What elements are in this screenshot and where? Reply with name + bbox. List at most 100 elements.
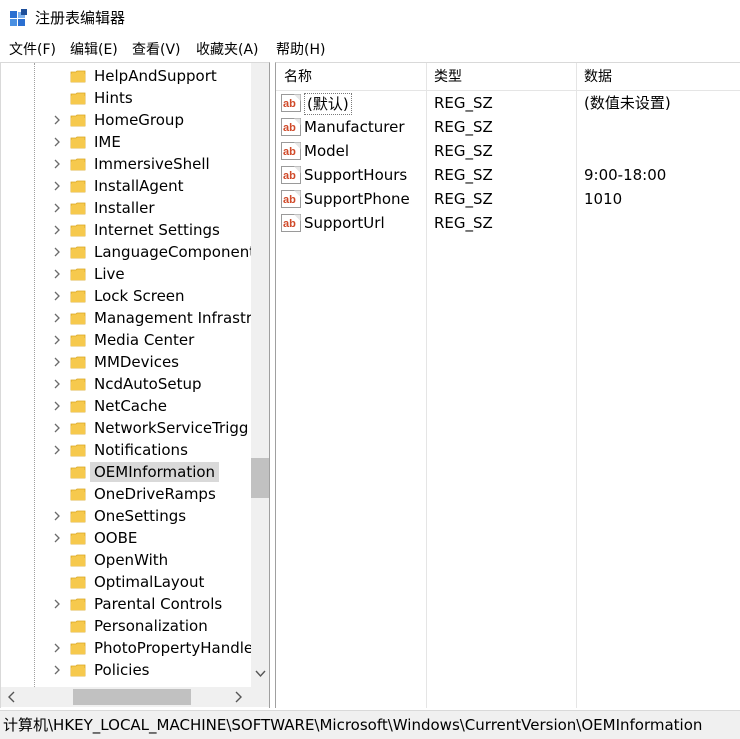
value-row[interactable]: ab (默认) REG_SZ (数值未设置) (276, 91, 740, 115)
tree-item[interactable]: InstallAgent (1, 175, 251, 197)
tree-item[interactable]: Notifications (1, 439, 251, 461)
tree-item-label: Management Infrastru (94, 309, 251, 327)
chevron-right-icon[interactable] (50, 641, 64, 655)
chevron-left-icon[interactable] (5, 690, 19, 704)
tree-item[interactable]: Management Infrastru (1, 307, 251, 329)
value-row[interactable]: ab Model REG_SZ (276, 139, 740, 163)
value-row[interactable]: ab SupportUrl REG_SZ (276, 211, 740, 235)
folder-icon (70, 290, 86, 303)
folder-icon (70, 158, 86, 171)
folder-icon (70, 422, 86, 435)
tree-item[interactable]: HomeGroup (1, 109, 251, 131)
tree-item[interactable]: MMDevices (1, 351, 251, 373)
chevron-right-icon[interactable] (50, 597, 64, 611)
tree-item-label: OEMInformation (90, 462, 220, 482)
tree-item[interactable]: Installer (1, 197, 251, 219)
tree-item[interactable]: Live (1, 263, 251, 285)
tree-item-label: InstallAgent (94, 177, 184, 195)
value-row[interactable]: ab Manufacturer REG_SZ (276, 115, 740, 139)
reg-string-ab-icon: ab (281, 94, 301, 112)
tree-item[interactable]: Personalization (1, 615, 251, 637)
menu-favorites[interactable]: 收藏夹(A) (195, 40, 260, 60)
tree-vertical-scrollbar[interactable] (251, 63, 269, 687)
chevron-right-icon[interactable] (50, 333, 64, 347)
scrollbar-corner (251, 687, 269, 707)
chevron-right-icon[interactable] (50, 355, 64, 369)
tree-item[interactable]: OEMInformation (1, 461, 251, 483)
tree-item-label: NcdAutoSetup (94, 375, 202, 393)
chevron-right-icon[interactable] (50, 289, 64, 303)
chevron-right-icon[interactable] (50, 157, 64, 171)
value-data: 9:00-18:00 (584, 166, 667, 184)
folder-icon (70, 312, 86, 325)
tree-item-label: LanguageComponent (94, 243, 251, 261)
chevron-right-icon[interactable] (231, 690, 245, 704)
chevron-right-icon[interactable] (50, 201, 64, 215)
tree-item-label: PhotoPropertyHandle (94, 639, 251, 657)
tree-item[interactable]: NetworkServiceTrigg (1, 417, 251, 439)
tree-item[interactable]: OneSettings (1, 505, 251, 527)
tree-item-label: OptimalLayout (94, 573, 205, 591)
tree-item[interactable]: OptimalLayout (1, 571, 251, 593)
tree-item[interactable]: OOBE (1, 527, 251, 549)
tree-item[interactable]: NcdAutoSetup (1, 373, 251, 395)
tree-item[interactable]: ImmersiveShell (1, 153, 251, 175)
tree-item[interactable]: PhotoPropertyHandle (1, 637, 251, 659)
menu-view[interactable]: 查看(V) (131, 40, 182, 60)
chevron-right-icon[interactable] (50, 531, 64, 545)
tree-item-label: NetworkServiceTrigg (94, 419, 249, 437)
chevron-down-icon[interactable] (254, 667, 267, 681)
tree-horizontal-scroll-thumb[interactable] (73, 689, 191, 705)
chevron-right-icon[interactable] (50, 267, 64, 281)
tree-horizontal-scrollbar[interactable] (1, 687, 251, 707)
chevron-right-icon[interactable] (50, 663, 64, 677)
tree-item-label: OneSettings (94, 507, 187, 525)
menu-file[interactable]: 文件(F) (8, 40, 57, 60)
chevron-right-icon[interactable] (50, 223, 64, 237)
value-data: (数值未设置) (584, 94, 671, 112)
tree-item[interactable]: Media Center (1, 329, 251, 351)
tree-item-label: OneDriveRamps (94, 485, 216, 503)
folder-icon (70, 444, 86, 457)
chevron-right-icon[interactable] (50, 179, 64, 193)
chevron-right-icon[interactable] (50, 135, 64, 149)
chevron-right-icon[interactable] (50, 245, 64, 259)
menu-edit[interactable]: 编辑(E) (69, 40, 119, 60)
tree-item[interactable]: HelpAndSupport (1, 65, 251, 87)
tree-item[interactable]: OpenWith (1, 549, 251, 571)
chevron-right-icon[interactable] (50, 311, 64, 325)
folder-icon (70, 576, 86, 589)
tree-item-label: HelpAndSupport (94, 67, 217, 85)
tree-item[interactable]: OneDriveRamps (1, 483, 251, 505)
tree-item[interactable]: Hints (1, 87, 251, 109)
tree-item[interactable]: Lock Screen (1, 285, 251, 307)
chevron-right-icon[interactable] (50, 509, 64, 523)
tree-item[interactable]: IME (1, 131, 251, 153)
menu-help[interactable]: 帮助(H) (275, 40, 326, 60)
tree-item[interactable]: Internet Settings (1, 219, 251, 241)
value-row[interactable]: ab SupportPhone REG_SZ 1010 (276, 187, 740, 211)
tree-item[interactable]: LanguageComponent (1, 241, 251, 263)
tree-item-label: Personalization (94, 617, 208, 635)
tree-item[interactable]: NetCache (1, 395, 251, 417)
tree-item[interactable]: Parental Controls (1, 593, 251, 615)
column-header-type[interactable]: 类型 (434, 67, 462, 87)
tree-item[interactable]: Policies (1, 659, 251, 681)
chevron-right-icon[interactable] (50, 399, 64, 413)
svg-text:ab: ab (283, 98, 296, 110)
chevron-right-icon[interactable] (50, 443, 64, 457)
tree-vertical-scroll-thumb[interactable] (251, 458, 269, 498)
chevron-right-icon[interactable] (50, 377, 64, 391)
column-header-name[interactable]: 名称 (284, 67, 312, 87)
folder-icon (70, 202, 86, 215)
chevron-right-icon[interactable] (50, 113, 64, 127)
folder-icon (70, 92, 86, 105)
tree-item-label: Notifications (94, 441, 188, 459)
chevron-right-icon[interactable] (50, 421, 64, 435)
column-header-data[interactable]: 数据 (584, 67, 612, 87)
list-header: 名称 类型 数据 (276, 63, 740, 91)
tree-item-label: MMDevices (94, 353, 179, 371)
folder-icon (70, 466, 86, 479)
value-row[interactable]: ab SupportHours REG_SZ 9:00-18:00 (276, 163, 740, 187)
value-name: Manufacturer (304, 118, 405, 136)
